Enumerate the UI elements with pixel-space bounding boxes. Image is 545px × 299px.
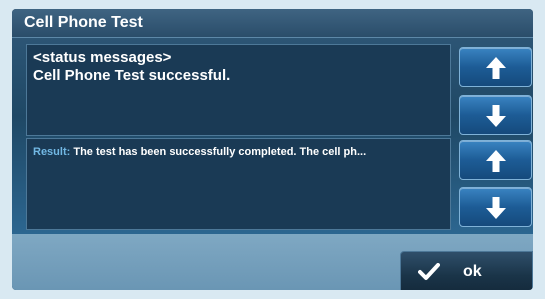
arrow-up-icon — [486, 150, 506, 172]
ok-button-label: ok — [463, 263, 482, 280]
status-message-line: Cell Phone Test successful. — [33, 67, 231, 84]
result-text: The test has been successfully completed… — [73, 146, 367, 158]
result-line: Result: The test has been successfully c… — [33, 146, 443, 158]
cell-phone-test-dialog: Cell Phone Test <status messages> Cell P… — [12, 9, 533, 290]
result-scroll-down-button[interactable] — [459, 187, 532, 227]
result-scroll-up-button[interactable] — [459, 140, 532, 180]
status-messages-pane: <status messages> Cell Phone Test succes… — [26, 44, 451, 136]
result-pane: Result: The test has been successfully c… — [26, 138, 451, 230]
dialog-title: Cell Phone Test — [24, 14, 143, 31]
ok-button[interactable]: ok — [400, 251, 533, 290]
arrow-down-icon — [486, 197, 506, 219]
status-scroll-down-button[interactable] — [459, 95, 532, 135]
checkmark-icon — [418, 263, 440, 280]
status-message-line: <status messages> — [33, 49, 172, 66]
status-scroll-up-button[interactable] — [459, 47, 532, 87]
arrow-down-icon — [486, 105, 506, 127]
title-bar: Cell Phone Test — [12, 9, 533, 38]
arrow-up-icon — [486, 57, 506, 79]
result-label: Result: — [33, 146, 71, 158]
